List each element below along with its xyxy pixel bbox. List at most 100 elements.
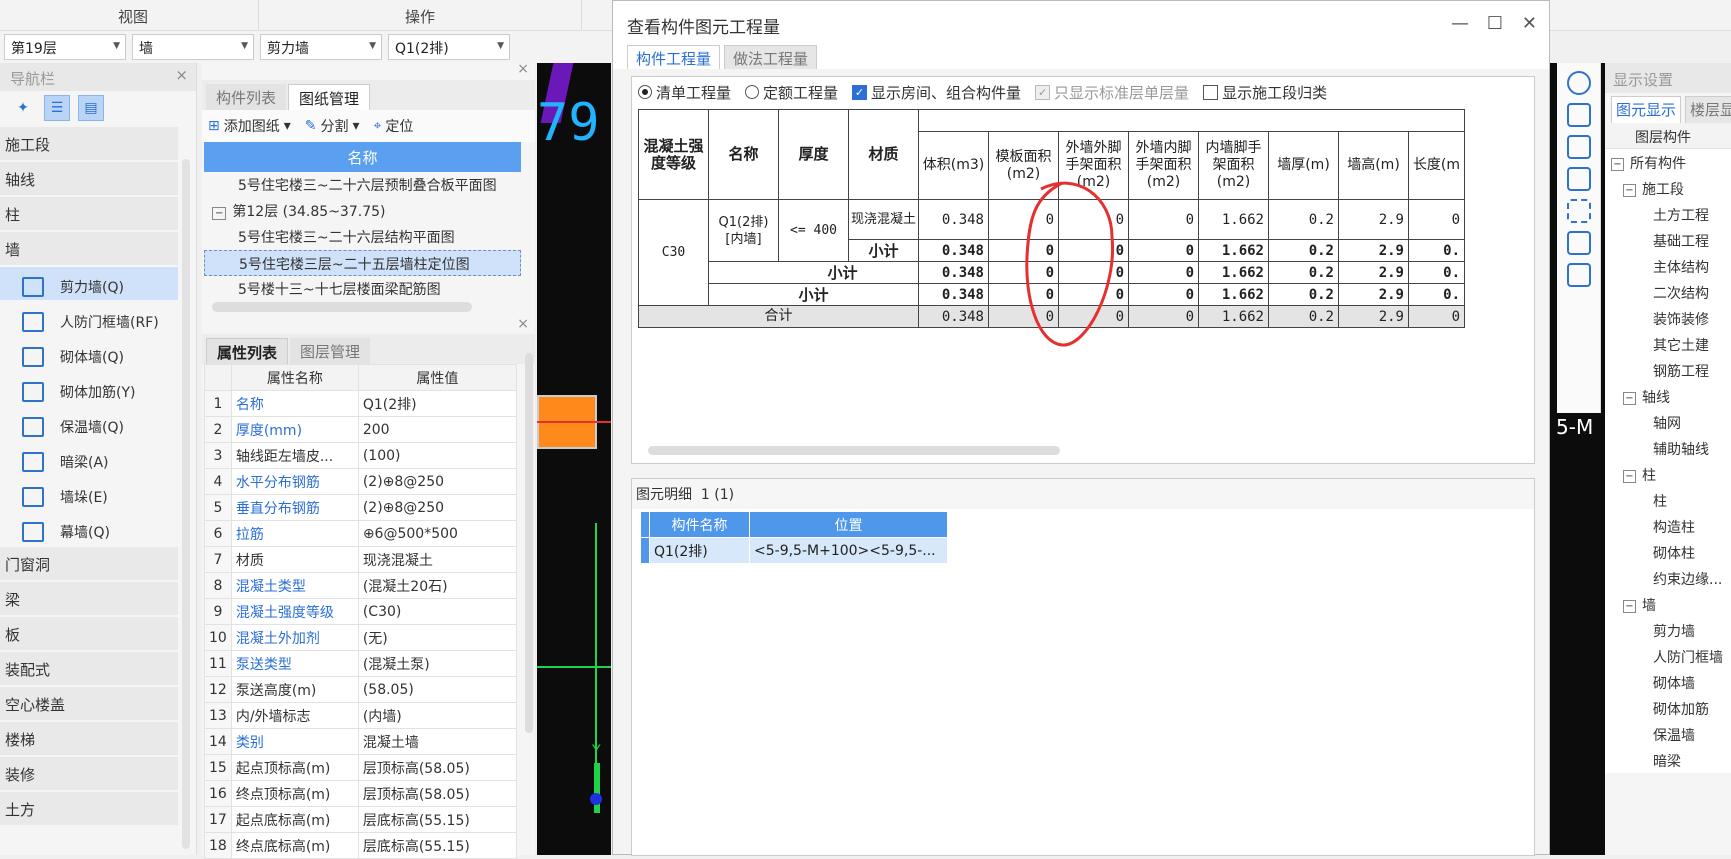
tree-item[interactable]: 轴网 xyxy=(1605,409,1731,435)
split-button[interactable]: ✎ 分割 ▾ xyxy=(305,116,360,136)
nav-item-stage[interactable]: 施工段 xyxy=(0,127,178,160)
tree-item[interactable]: 其它土建 xyxy=(1605,331,1731,357)
norm-quantity-radio[interactable]: 定额工程量 xyxy=(745,82,838,103)
3d-view-icon[interactable] xyxy=(1566,103,1591,127)
tree-item[interactable]: 主体结构 xyxy=(1605,253,1731,279)
nav-item-wall[interactable]: 墙 xyxy=(0,232,178,265)
tree-item[interactable]: 砌体加筋 xyxy=(1605,695,1731,721)
collapse-icon[interactable]: − xyxy=(1623,469,1636,483)
nav-item-decoration[interactable]: 装修 xyxy=(0,757,178,790)
locate-button[interactable]: ⌖ 定位 xyxy=(374,116,414,136)
tree-item[interactable]: − 所有构件 xyxy=(1605,149,1731,175)
property-row[interactable]: 14 类别 混凝土墙 xyxy=(204,728,518,755)
stage-group-checkbox[interactable]: 显示施工段归类 xyxy=(1203,82,1327,103)
tree-item[interactable]: 钢筋工程 xyxy=(1605,357,1731,383)
property-row[interactable]: 6 拉筋 ⊕6@500*500 xyxy=(204,520,518,547)
floor-select[interactable]: 第19层 ▼ xyxy=(4,34,126,60)
property-row[interactable]: 4 水平分布钢筋 (2)⊕8@250 xyxy=(204,468,518,495)
nav-item-hollow-floor[interactable]: 空心楼盖 xyxy=(0,687,178,720)
property-value[interactable]: (内墙) xyxy=(357,702,518,729)
tab-floor-display[interactable]: 楼层显 xyxy=(1685,96,1731,123)
collapse-icon[interactable]: − xyxy=(1623,183,1636,197)
nav-item-axis[interactable]: 轴线 xyxy=(0,162,178,195)
nav-sub-insulation-wall[interactable]: 保温墙(Q) xyxy=(0,407,178,440)
property-row[interactable]: 8 混凝土类型 (混凝土20石) xyxy=(204,572,518,599)
close-icon[interactable]: × xyxy=(517,61,529,77)
nav-item-stairs[interactable]: 楼梯 xyxy=(0,722,178,755)
tab-layer-management[interactable]: 图层管理 xyxy=(290,338,371,364)
tree-item[interactable]: − 轴线 xyxy=(1605,383,1731,409)
property-row[interactable]: 17 起点底标高(m) 层底标高(55.15) xyxy=(204,806,518,833)
cad-canvas-left[interactable]: 79 Y xyxy=(537,63,611,855)
minimize-icon[interactable]: — xyxy=(1451,13,1469,34)
property-row[interactable]: 1 名称 Q1(2排) xyxy=(204,390,518,417)
property-value[interactable]: (2)⊕8@250 xyxy=(357,494,518,521)
tree-item[interactable]: 约束边缘... xyxy=(1605,565,1731,591)
tab-component-quantity[interactable]: 构件工程量 xyxy=(627,45,721,69)
nav-item-column[interactable]: 柱 xyxy=(0,197,178,230)
nav-sub-wall-pier[interactable]: 墙垛(E) xyxy=(0,477,178,510)
nav-sub-civil-door-wall[interactable]: 人防门框墙(RF) xyxy=(0,302,178,335)
property-row[interactable]: 12 泵送高度(m) (58.05) xyxy=(204,676,518,703)
nav-sub-hidden-beam[interactable]: 暗梁(A) xyxy=(0,442,178,475)
tree-item[interactable]: 土方工程 xyxy=(1605,201,1731,227)
show-room-checkbox[interactable]: ✓ 显示房间、组合构件量 xyxy=(852,82,1021,103)
property-value[interactable]: ⊕6@500*500 xyxy=(357,520,518,547)
nav-scrollbar[interactable] xyxy=(182,159,190,849)
add-drawing-button[interactable]: ⊞ 添加图纸 ▾ xyxy=(208,116,291,136)
drawing-row[interactable]: 5号住宅楼三~二十六层结构平面图 xyxy=(204,224,521,250)
pin-icon[interactable]: ✦ xyxy=(10,95,36,121)
tab-component-list[interactable]: 构件列表 xyxy=(206,84,287,110)
tree-item[interactable]: 柱 xyxy=(1605,487,1731,513)
tab-property-list[interactable]: 属性列表 xyxy=(206,338,289,364)
bill-quantity-radio[interactable]: 清单工程量 xyxy=(638,82,731,103)
tree-item[interactable]: 装饰装修 xyxy=(1605,305,1731,331)
close-icon[interactable]: × xyxy=(175,66,188,84)
property-value[interactable]: 层底标高(55.15) xyxy=(357,806,518,833)
property-value[interactable]: Q1(2排) xyxy=(357,390,518,417)
tree-item[interactable]: 砌体墙 xyxy=(1605,669,1731,695)
collapse-icon[interactable]: − xyxy=(1623,391,1636,405)
property-value[interactable]: 现浇混凝土 xyxy=(357,546,518,573)
property-value[interactable]: (混凝土20石) xyxy=(357,572,518,599)
tree-item[interactable]: 人防门框墙 xyxy=(1605,643,1731,669)
tree-item[interactable]: − 墙 xyxy=(1605,591,1731,617)
tree-item[interactable]: − 施工段 xyxy=(1605,175,1731,201)
hex-view-icon[interactable] xyxy=(1566,231,1591,255)
drawing-group-row[interactable]: − 第12层 (34.85~37.75) xyxy=(204,198,521,224)
property-row[interactable]: 5 垂直分布钢筋 (2)⊕8@250 xyxy=(204,494,518,521)
property-value[interactable]: (混凝土泵) xyxy=(357,650,518,677)
property-value[interactable]: 层顶标高(58.05) xyxy=(357,780,518,807)
property-value[interactable]: (C30) xyxy=(357,598,518,625)
fit-view-icon[interactable] xyxy=(1566,199,1591,223)
property-value[interactable]: (100) xyxy=(357,442,518,469)
property-value[interactable]: (无) xyxy=(357,624,518,651)
tree-item[interactable]: 砌体柱 xyxy=(1605,539,1731,565)
tree-item[interactable]: 二次结构 xyxy=(1605,279,1731,305)
collapse-icon[interactable]: − xyxy=(1611,157,1624,171)
property-scrollbar[interactable] xyxy=(525,353,533,733)
tab-element-display[interactable]: 图元显示 xyxy=(1611,96,1682,123)
property-value[interactable]: 层顶标高(58.05) xyxy=(357,754,518,781)
table-row[interactable]: Q1(2排) <5-9,5-M+100><5-9,5-... xyxy=(640,537,948,564)
drawing-row[interactable]: 5号楼十三~十七层楼面梁配筋图 xyxy=(204,276,521,302)
maximize-icon[interactable]: ☐ xyxy=(1487,13,1503,34)
nav-item-beam[interactable]: 梁 xyxy=(0,582,178,615)
cube-solid-icon[interactable] xyxy=(1566,167,1591,191)
tree-item[interactable]: 构造柱 xyxy=(1605,513,1731,539)
type-select[interactable]: 剪力墙 ▼ xyxy=(260,34,382,60)
property-row[interactable]: 7 材质 现浇混凝土 xyxy=(204,546,518,573)
category-select[interactable]: 墙 ▼ xyxy=(132,34,254,60)
property-row[interactable]: 10 混凝土外加剂 (无) xyxy=(204,624,518,651)
property-row[interactable]: 16 终点顶标高(m) 层顶标高(58.05) xyxy=(204,780,518,807)
drawing-row[interactable]: 5号住宅楼三~二十六层预制叠合板平面图 xyxy=(204,172,521,198)
property-row[interactable]: 9 混凝土强度等级 (C30) xyxy=(204,598,518,625)
cube-icon[interactable] xyxy=(1566,135,1591,159)
tab-method-quantity[interactable]: 做法工程量 xyxy=(724,45,818,69)
tree-item[interactable]: 保温墙 xyxy=(1605,721,1731,747)
drawing-hscroll[interactable] xyxy=(212,302,472,312)
nav-sub-masonry-rebar[interactable]: 砌体加筋(Y) xyxy=(0,372,178,405)
nav-item-openings[interactable]: 门窗洞 xyxy=(0,547,178,580)
tab-drawing-management[interactable]: 图纸管理 xyxy=(288,84,371,110)
close-icon[interactable]: ✕ xyxy=(1522,13,1537,34)
